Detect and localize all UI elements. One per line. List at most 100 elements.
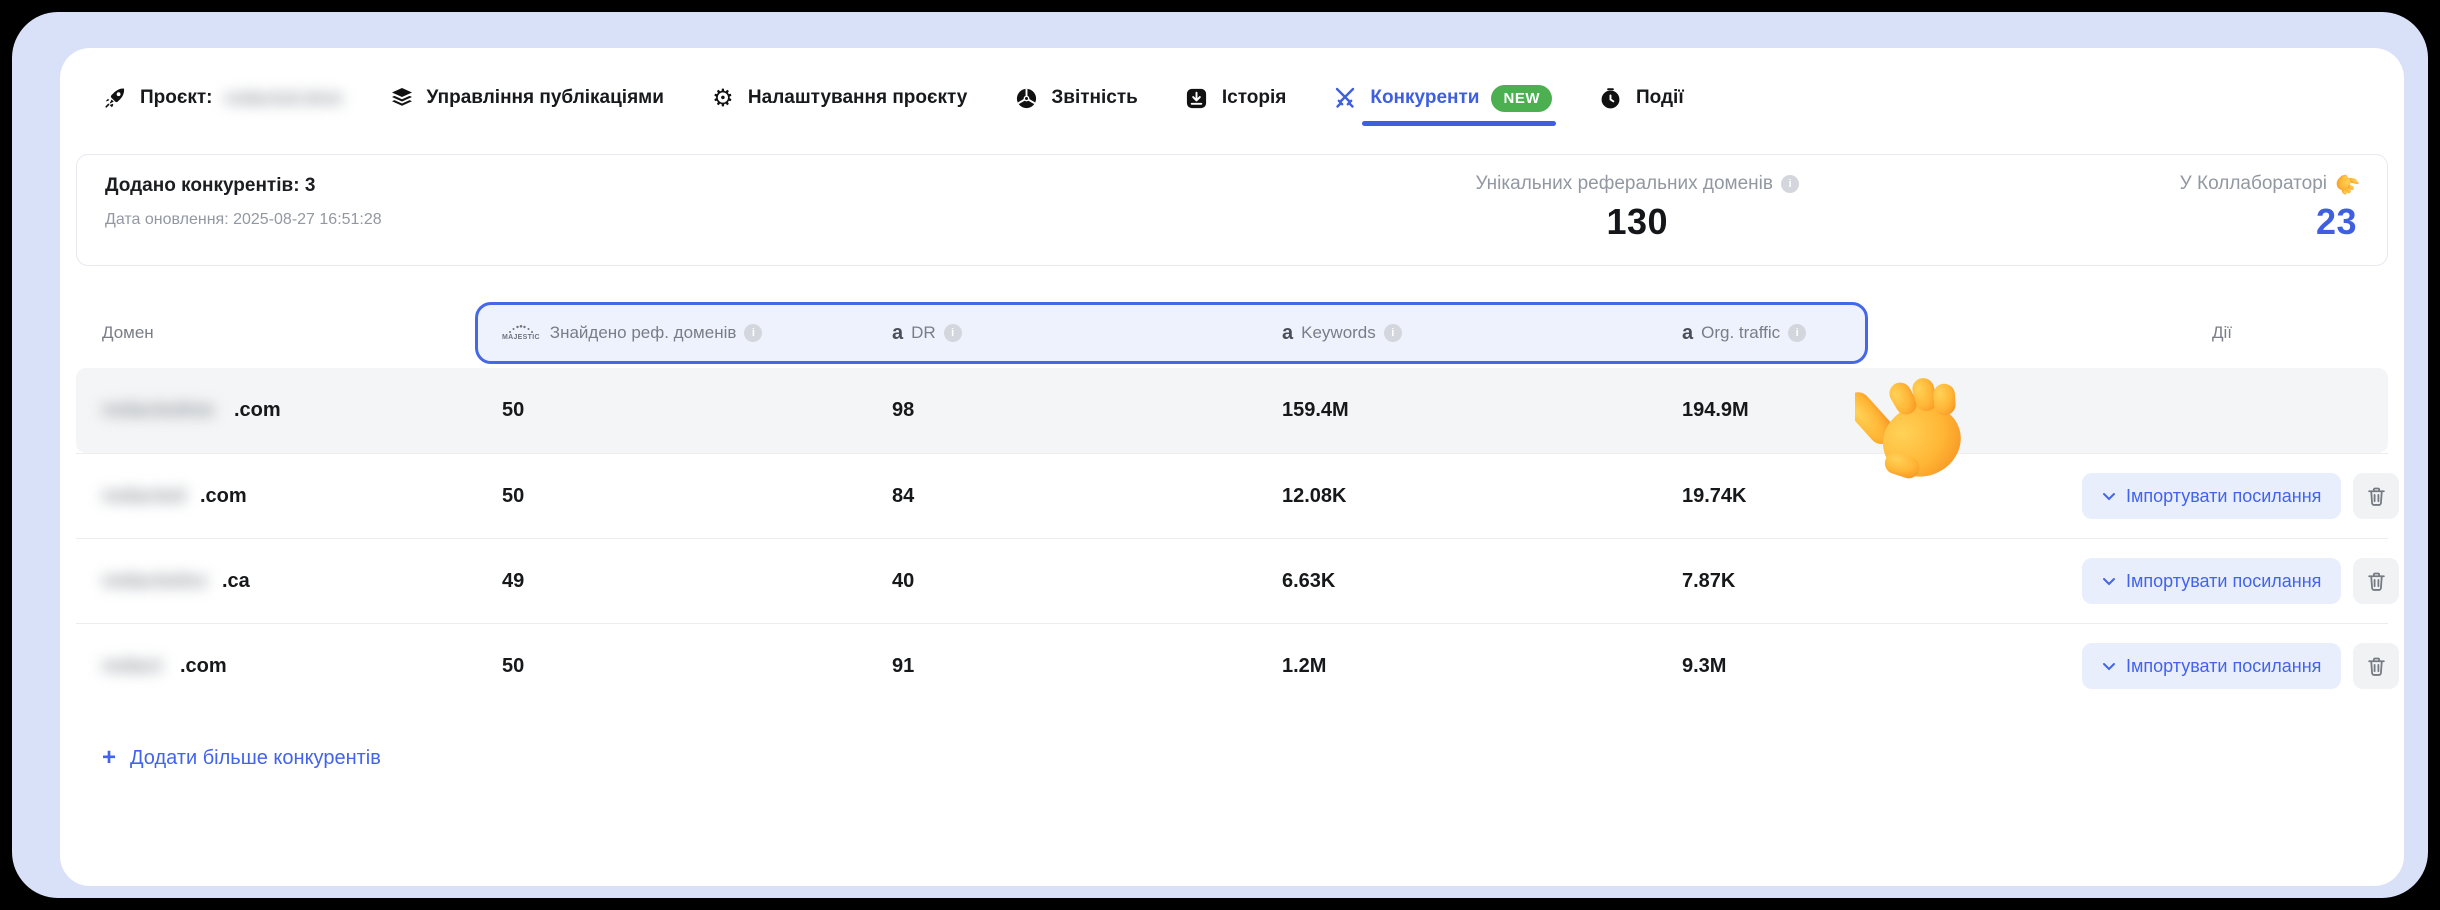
dr-value: 91 (892, 655, 1282, 678)
stopwatch-icon (1598, 85, 1624, 111)
column-header-keywords[interactable]: a Keywords i (1282, 323, 1682, 343)
pie-report-icon (1013, 85, 1039, 111)
added-competitors-value: 3 (305, 175, 316, 196)
top-navigation: Проєкт: redacted.dom Управління публікац… (60, 72, 2404, 124)
domain-redacted: redactedme (102, 399, 234, 422)
nav-label: Події (1636, 87, 1684, 109)
nav-label: Управління публікаціями (427, 87, 664, 109)
table-row[interactable]: redacted .com 50 84 12.08K 19.74K Імпорт… (76, 453, 2388, 538)
table-row[interactable]: redactedxx .ca 49 40 6.63K 7.87K Імпорту… (76, 538, 2388, 623)
active-tab-underline (1362, 121, 1556, 126)
collaborator-block: У Коллабораторі 23 (2180, 173, 2357, 243)
found-refs-value: 50 (502, 655, 892, 678)
column-header-org-traffic[interactable]: a Org. traffic i (1682, 323, 2082, 343)
trash-icon (2368, 657, 2385, 676)
column-header-dr[interactable]: a DR i (892, 323, 1282, 343)
table-row[interactable]: redactedme .com 50 98 159.4M 194.9M (76, 368, 2388, 453)
chevron-down-icon (2102, 577, 2116, 586)
added-competitors-label: Додано конкурентів: (105, 175, 300, 196)
org-traffic-value: 9.3M (1682, 655, 2082, 678)
column-header-actions: Дії (2082, 323, 2362, 343)
info-icon[interactable]: i (1384, 324, 1402, 342)
chevron-down-icon (2102, 492, 2116, 501)
actions-cell: Імпортувати посилання (2082, 473, 2399, 519)
import-links-button[interactable]: Імпортувати посилання (2082, 643, 2341, 689)
layers-icon (389, 85, 415, 111)
unique-ref-domains-label: Унікальних реферальних доменів (1475, 173, 1773, 195)
domain-redacted: redact (102, 655, 180, 678)
domain-redacted: redacted (102, 485, 200, 508)
nav-label: Звітність (1051, 87, 1137, 109)
nav-publications[interactable]: Управління публікаціями (389, 85, 664, 111)
nav-label: Історія (1222, 87, 1286, 109)
actions-cell: Імпортувати посилання (2082, 558, 2399, 604)
delete-competitor-button[interactable] (2353, 643, 2399, 689)
crossed-swords-icon (1332, 85, 1358, 111)
domain-cell: redacted .com (102, 485, 502, 508)
add-more-competitors-link[interactable]: + Додати більше конкурентів (102, 746, 381, 770)
domain-cell: redactedxx .ca (102, 570, 502, 593)
import-links-button[interactable]: Імпортувати посилання (2082, 558, 2341, 604)
import-links-button[interactable]: Імпортувати посилання (2082, 473, 2341, 519)
ahrefs-logo-icon: a (892, 323, 903, 343)
chevron-down-icon (2102, 662, 2116, 671)
keywords-value: 12.08K (1282, 485, 1682, 508)
info-icon[interactable]: i (744, 324, 762, 342)
competitors-added-block: Додано конкурентів: 3 Дата оновлення: 20… (105, 175, 382, 229)
collaborator-label: У Коллабораторі (2180, 173, 2327, 195)
nav-project[interactable]: Проєкт: redacted.dom (102, 85, 343, 111)
nav-label: Конкуренти (1370, 87, 1479, 109)
keywords-value: 1.2M (1282, 655, 1682, 678)
dr-value: 40 (892, 570, 1282, 593)
project-domain-redacted: redacted.dom (225, 88, 343, 109)
keywords-value: 159.4M (1282, 399, 1682, 422)
trash-icon (2368, 572, 2385, 591)
nav-competitors[interactable]: Конкуренти NEW (1332, 85, 1552, 112)
rocket-icon (102, 85, 128, 111)
dr-value: 84 (892, 485, 1282, 508)
found-refs-value: 50 (502, 485, 892, 508)
nav-reports[interactable]: Звітність (1013, 85, 1137, 111)
domain-suffix: .com (200, 485, 247, 508)
column-header-found-refs[interactable]: MAJESTIC Знайдено реф. доменів i (502, 323, 892, 343)
org-traffic-value: 7.87K (1682, 570, 2082, 593)
domain-cell: redact .com (102, 655, 502, 678)
info-icon[interactable]: i (944, 324, 962, 342)
domain-suffix: .ca (222, 570, 250, 593)
update-date-text: Дата оновлення: 2025-08-27 16:51:28 (105, 211, 382, 229)
domain-suffix: .com (180, 655, 227, 678)
nav-label: Налаштування проєкту (748, 87, 967, 109)
domain-cell: redactedme .com (102, 399, 502, 422)
dr-value: 98 (892, 399, 1282, 422)
info-icon[interactable]: i (1788, 324, 1806, 342)
project-label: Проєкт: (140, 87, 213, 109)
pointing-down-finger-icon (2331, 169, 2362, 200)
domain-suffix: .com (234, 399, 281, 422)
delete-competitor-button[interactable] (2353, 558, 2399, 604)
keywords-value: 6.63K (1282, 570, 1682, 593)
nav-project-settings[interactable]: ⚙ Налаштування проєкту (710, 85, 967, 111)
table-header-row: Домен MAJESTIC Знайдено реф. доменів i a… (76, 298, 2388, 368)
stats-summary-card: Додано конкурентів: 3 Дата оновлення: 20… (76, 154, 2388, 266)
actions-cell: Імпортувати посилання (2082, 643, 2399, 689)
domain-redacted: redactedxx (102, 570, 222, 593)
page-background: Проєкт: redacted.dom Управління публікац… (12, 12, 2428, 898)
gear-icon: ⚙ (710, 85, 736, 111)
main-card: Проєкт: redacted.dom Управління публікац… (60, 48, 2404, 886)
unique-ref-domains-block: Унікальних реферальних доменів i 130 (1475, 173, 1799, 243)
ahrefs-logo-icon: a (1682, 323, 1693, 343)
history-download-icon (1184, 85, 1210, 111)
info-icon[interactable]: i (1781, 175, 1799, 193)
org-traffic-value: 19.74K (1682, 485, 2082, 508)
table-row[interactable]: redact .com 50 91 1.2M 9.3M Імпортувати … (76, 623, 2388, 708)
collaborator-value: 23 (2316, 201, 2357, 243)
found-refs-value: 49 (502, 570, 892, 593)
nav-history[interactable]: Історія (1184, 85, 1286, 111)
trash-icon (2368, 487, 2385, 506)
org-traffic-value: 194.9M (1682, 399, 2082, 422)
majestic-logo-icon: MAJESTIC (502, 325, 540, 341)
delete-competitor-button[interactable] (2353, 473, 2399, 519)
unique-ref-domains-value: 130 (1606, 201, 1668, 243)
column-header-domain[interactable]: Домен (102, 323, 502, 343)
nav-events[interactable]: Події (1598, 85, 1684, 111)
